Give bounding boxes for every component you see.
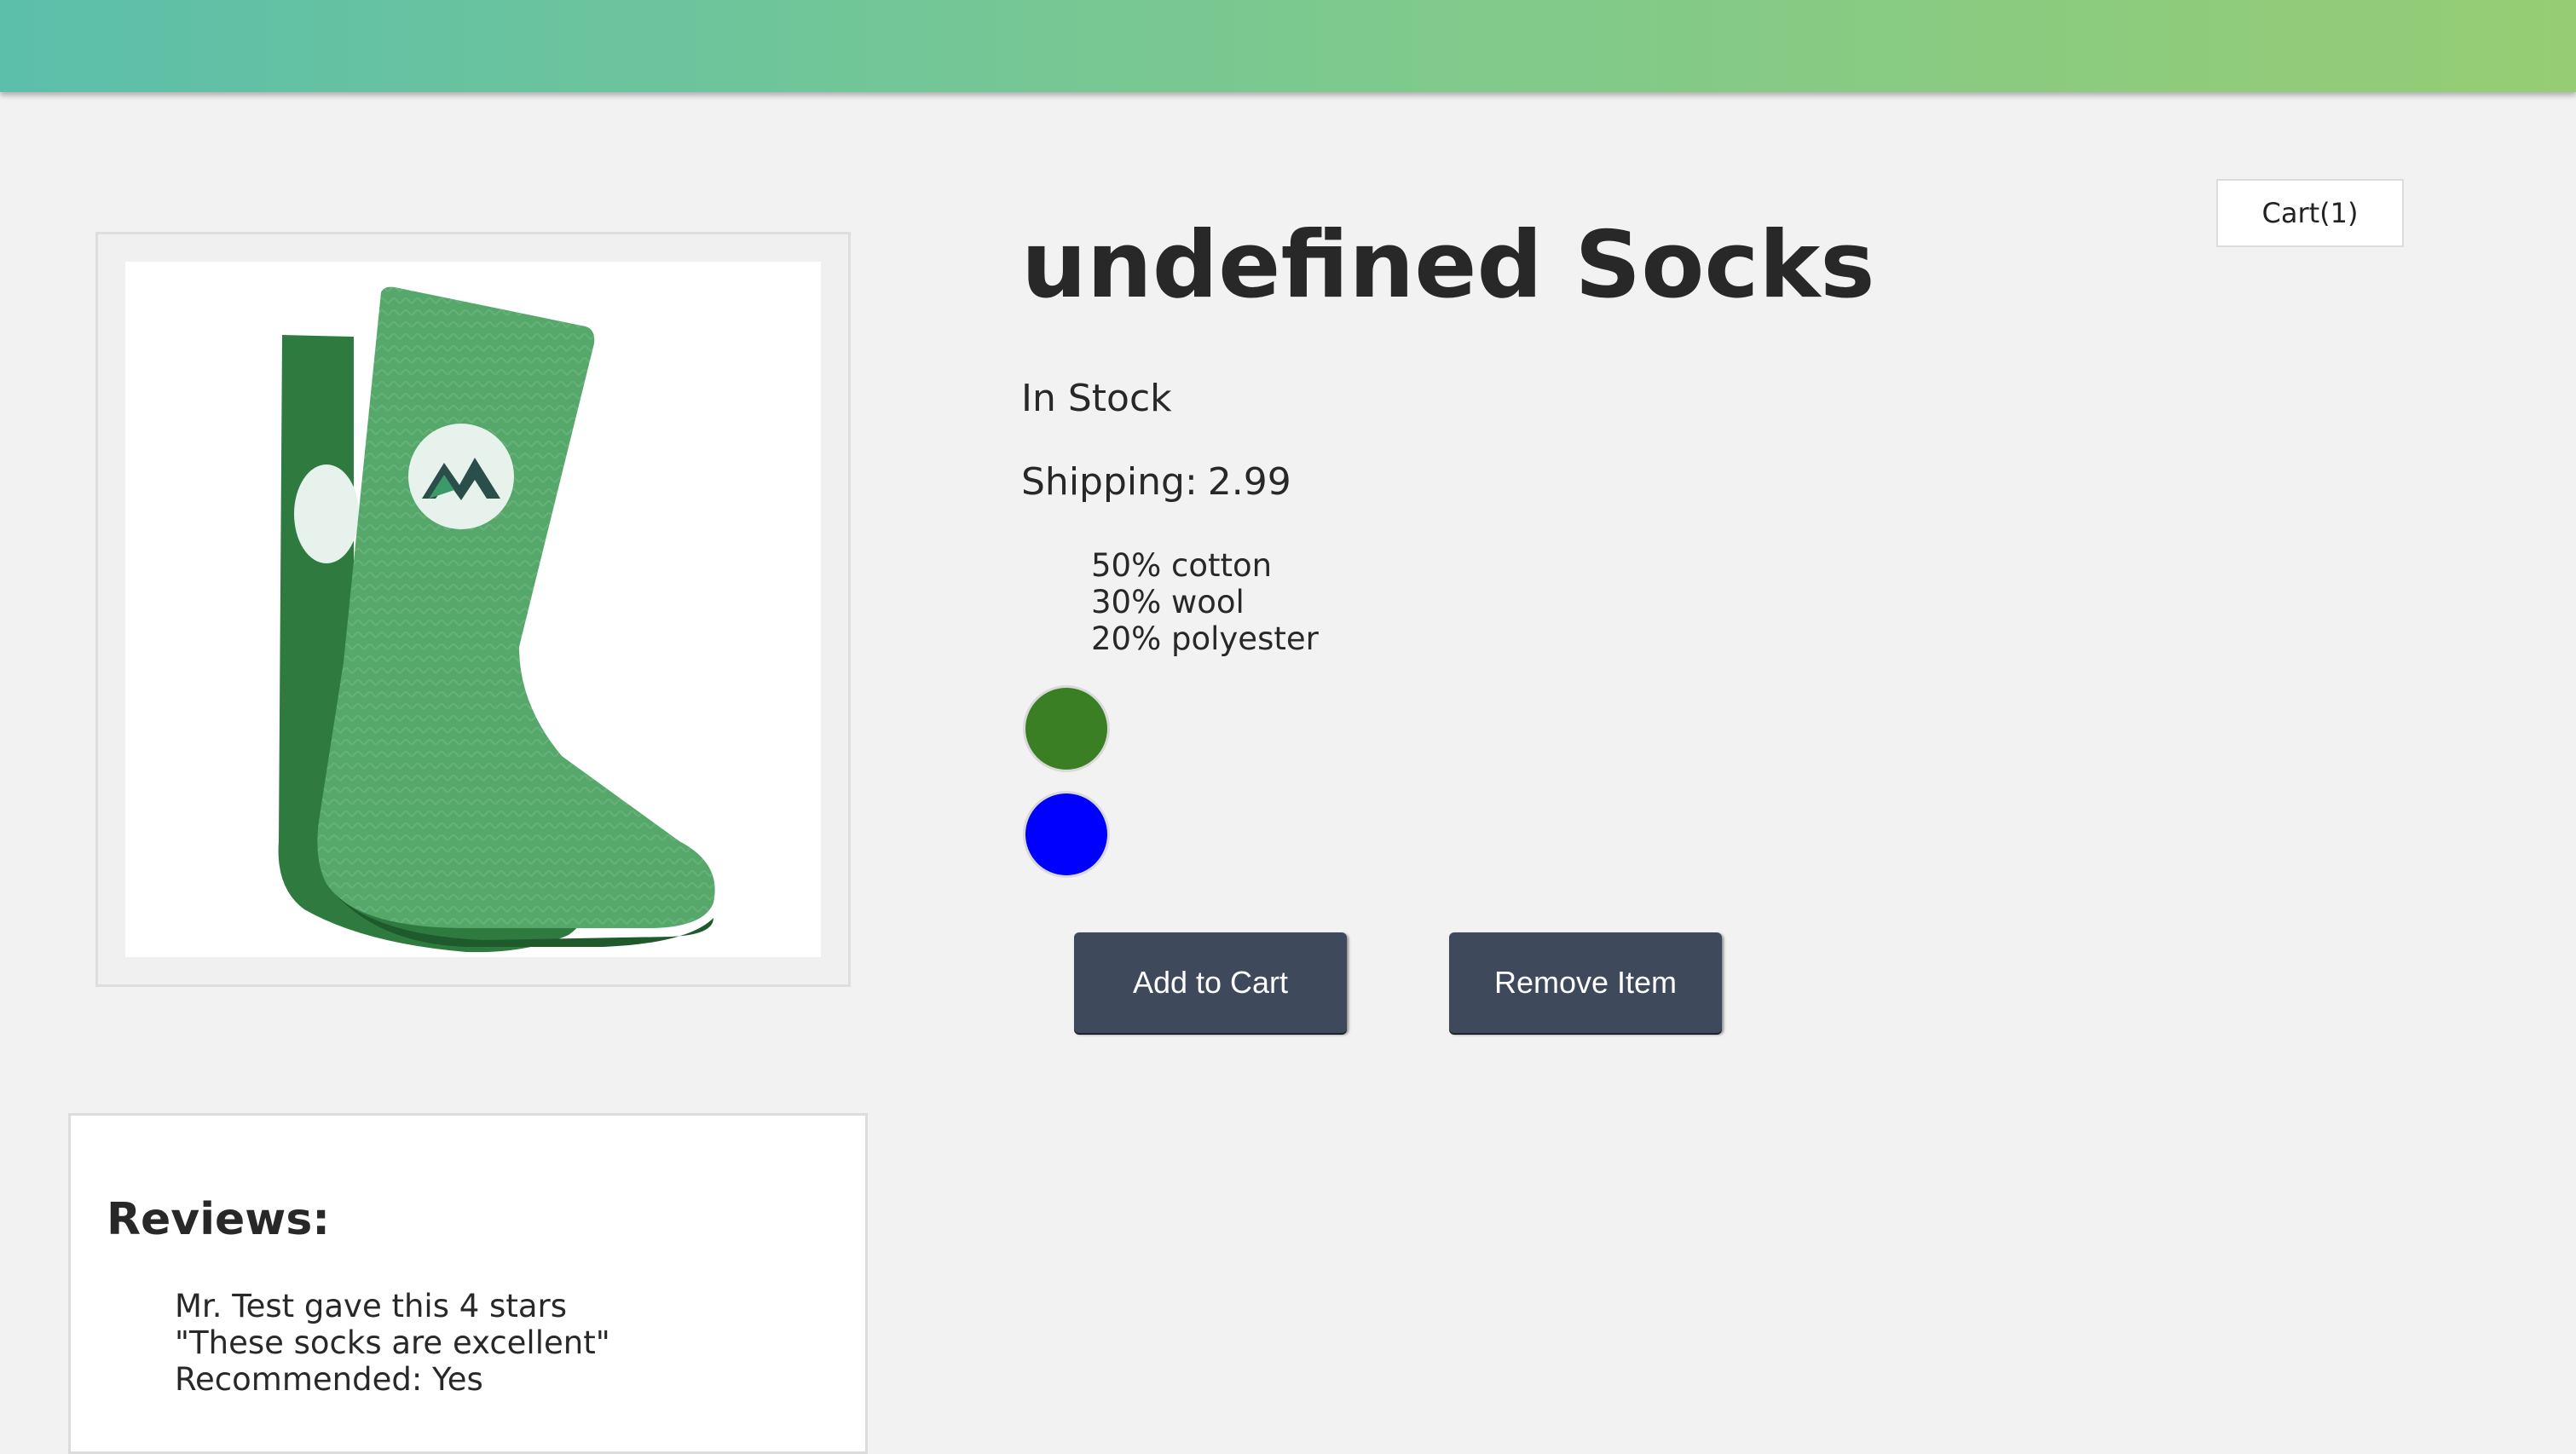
review-text: "These socks are excellent": [175, 1324, 610, 1361]
sock-image-icon: [278, 286, 715, 953]
detail-item: 20% polyester: [1091, 620, 1319, 657]
cart-button[interactable]: Cart(1): [2216, 179, 2404, 247]
reviews-heading: Reviews:: [107, 1194, 331, 1245]
product-image-frame: [95, 232, 851, 987]
shipping-info: Shipping: 2.99: [1021, 464, 1291, 501]
review-recommended: Recommended: Yes: [175, 1361, 483, 1398]
detail-item: 30% wool: [1091, 584, 1245, 620]
color-swatch-blue[interactable]: [1023, 791, 1110, 878]
product-image: [125, 262, 821, 957]
detail-item: 50% cotton: [1091, 547, 1273, 584]
stock-status: In Stock: [1021, 377, 1172, 420]
remove-item-button[interactable]: Remove Item: [1449, 932, 1722, 1033]
product-title: undefined Socks: [1021, 212, 1875, 319]
color-swatch-green[interactable]: [1023, 685, 1110, 772]
review-author-rating: Mr. Test gave this 4 stars: [175, 1288, 567, 1324]
add-to-cart-button[interactable]: Add to Cart: [1074, 932, 1347, 1033]
nav-bar: [0, 0, 2576, 92]
reviews-panel: Reviews: Mr. Test gave this 4 stars "The…: [68, 1113, 868, 1454]
cart-label: Cart(1): [2261, 197, 2359, 229]
review-item: Mr. Test gave this 4 stars "These socks …: [175, 1288, 610, 1398]
product-details-list: 50% cotton 30% wool 20% polyester: [1091, 547, 1319, 657]
shipping-label: Shipping:: [1021, 460, 1198, 504]
shipping-value: 2.99: [1207, 460, 1291, 504]
